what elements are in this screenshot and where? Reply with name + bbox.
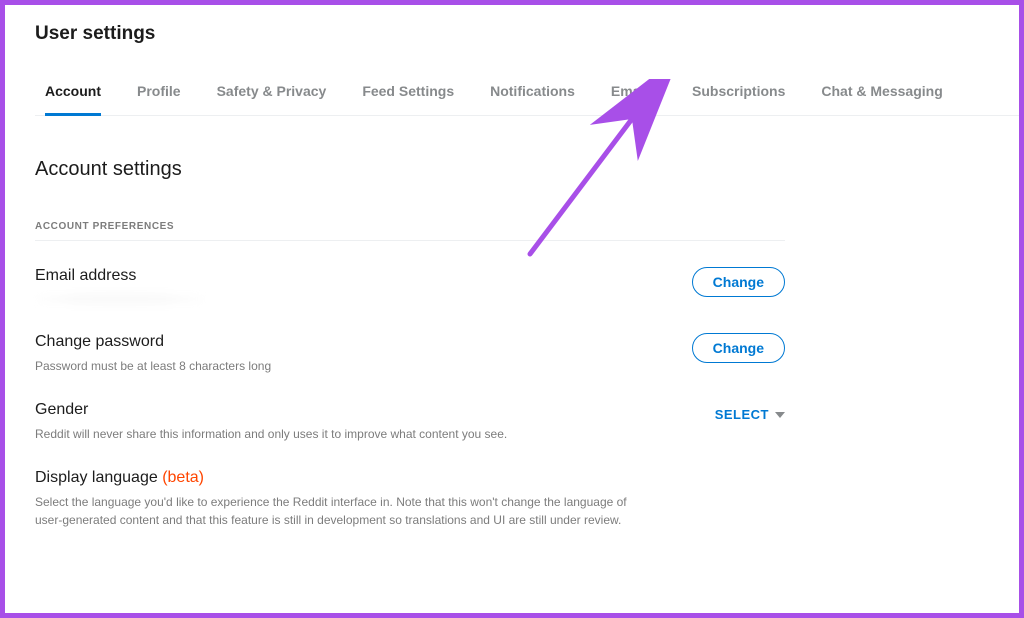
section-title: Account settings [35,158,989,181]
page-title: User settings [35,23,989,45]
change-email-button[interactable]: Change [692,267,785,297]
tab-profile[interactable]: Profile [137,73,181,115]
pref-row-gender: Gender Reddit will never share this info… [35,375,785,443]
gender-select-label: SELECT [715,407,769,422]
password-desc: Password must be at least 8 characters l… [35,357,271,375]
tab-chat-messaging[interactable]: Chat & Messaging [821,73,942,115]
tab-account[interactable]: Account [45,73,101,116]
gender-select[interactable]: SELECT [715,407,785,422]
pref-row-language: Display language (beta) Select the langu… [35,443,785,529]
pref-row-password: Change password Password must be at leas… [35,307,785,375]
pref-row-email: Email address Change [35,241,785,307]
email-value-redacted [35,291,205,307]
chevron-down-icon [775,412,785,418]
email-title: Email address [35,267,205,285]
tab-subscriptions[interactable]: Subscriptions [692,73,785,115]
tab-emails[interactable]: Emails [611,73,656,115]
beta-badge: (beta) [162,469,204,486]
language-desc: Select the language you'd like to experi… [35,493,635,529]
tab-feed-settings[interactable]: Feed Settings [362,73,454,115]
language-title: Display language (beta) [35,469,635,487]
settings-tabs: Account Profile Safety & Privacy Feed Se… [35,73,1019,116]
tab-notifications[interactable]: Notifications [490,73,575,115]
gender-title: Gender [35,401,507,419]
gender-desc: Reddit will never share this information… [35,425,507,443]
change-password-button[interactable]: Change [692,333,785,363]
password-title: Change password [35,333,271,351]
tab-safety-privacy[interactable]: Safety & Privacy [217,73,327,115]
prefs-section-label: ACCOUNT PREFERENCES [35,221,785,241]
